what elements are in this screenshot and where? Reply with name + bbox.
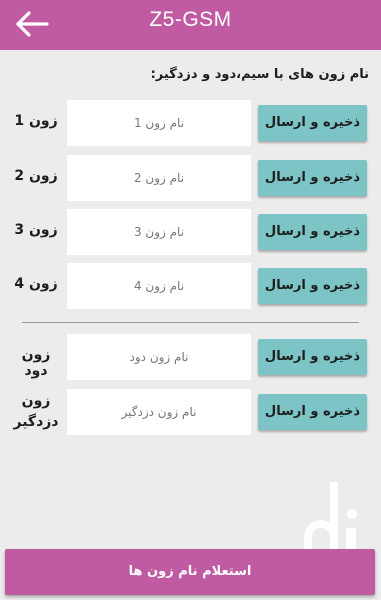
zone-row-burglar: زون دزدگیر ذخیره و ارسال (0, 389, 381, 435)
app-title: Z5-GSM (149, 8, 232, 31)
zone-row-3: زون 3 ذخیره و ارسال (0, 209, 381, 255)
zone-row-2: زون 2 ذخیره و ارسال (0, 155, 381, 201)
zone-name-input-4[interactable] (67, 263, 251, 309)
zone-name-input-3[interactable] (67, 209, 251, 255)
zone-name-input-2[interactable] (67, 155, 251, 201)
intro-text: نام زون های با سیم،دود و دزدگیر: (150, 67, 369, 82)
burglar-zone-name-input[interactable] (67, 389, 251, 435)
save-send-button-zone-1[interactable]: ذخیره و ارسال (258, 105, 367, 141)
zone-row-1: زون 1 ذخیره و ارسال (0, 100, 381, 146)
zone-name-input-1[interactable] (67, 100, 251, 146)
save-send-button-zone-4[interactable]: ذخیره و ارسال (258, 268, 367, 304)
save-send-button-zone-2[interactable]: ذخیره و ارسال (258, 160, 367, 196)
save-send-button-zone-3[interactable]: ذخیره و ارسال (258, 214, 367, 250)
section-divider (22, 322, 359, 323)
smoke-zone-name-input[interactable] (67, 334, 251, 380)
zone-row-4: زون 4 ذخیره و ارسال (0, 263, 381, 309)
zone-label: زون دود (21, 347, 51, 379)
zone-label: زون دزدگیر (13, 393, 59, 430)
zone-label: زون 1 (14, 113, 58, 129)
zone-row-smoke: زون دود ذخیره و ارسال (0, 334, 381, 380)
zone-label: زون 3 (14, 222, 58, 238)
zone-label: زون 2 (14, 168, 58, 184)
query-zone-names-button[interactable]: استعلام نام زون ها (5, 549, 375, 595)
app-bar: Z5-GSM (0, 0, 381, 50)
save-send-button-smoke[interactable]: ذخیره و ارسال (258, 339, 367, 375)
save-send-button-burglar[interactable]: ذخیره و ارسال (258, 394, 367, 430)
zone-label: زون 4 (14, 276, 58, 292)
